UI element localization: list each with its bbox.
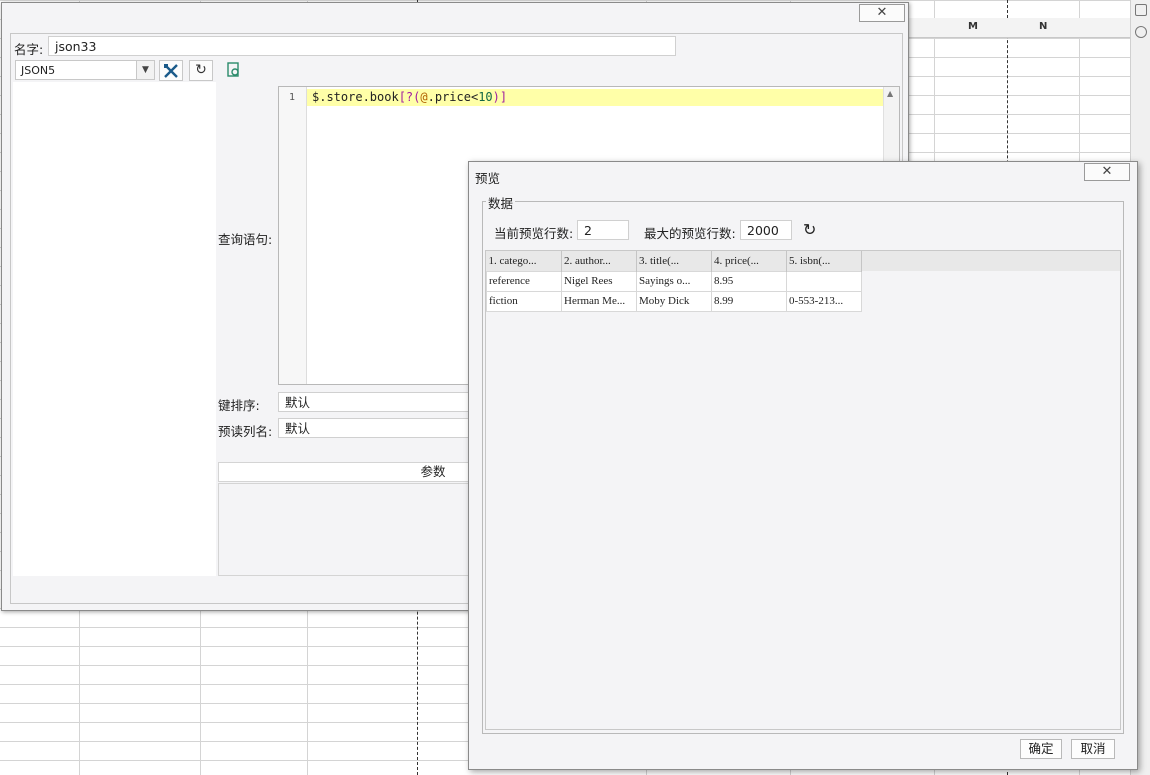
preview-title: 预览 <box>475 171 501 186</box>
preview-col-select[interactable]: 默认 <box>278 418 478 438</box>
tools-icon[interactable] <box>159 60 183 81</box>
data-group-label: 数据 <box>486 193 516 212</box>
chevron-down-icon[interactable]: ▼ <box>136 61 154 79</box>
key-sort-label: 键排序: <box>218 398 260 413</box>
table-cell[interactable] <box>786 270 862 292</box>
column-header-m[interactable]: M <box>968 21 978 32</box>
cancel-button[interactable]: 取消 <box>1071 739 1115 759</box>
current-rows-input[interactable]: 2 <box>577 220 629 240</box>
table-cell[interactable]: Sayings o... <box>636 270 712 292</box>
preview-dialog: 预览 ✕ 数据 当前预览行数: 2 最大的预览行数: 2000 ↻ 1. cat… <box>468 161 1138 770</box>
ok-button[interactable]: 确定 <box>1020 739 1062 759</box>
table-row[interactable]: fiction Herman Me... Moby Dick 8.99 0-55… <box>486 290 862 312</box>
table-cell[interactable]: Nigel Rees <box>561 270 637 292</box>
table-cell[interactable]: 8.99 <box>711 290 787 312</box>
preview-col-label: 预读列名: <box>218 424 273 439</box>
column-header[interactable]: 2. author... <box>561 251 637 271</box>
table-row[interactable]: reference Nigel Rees Sayings o... 8.95 <box>486 270 862 292</box>
table-cell[interactable]: Herman Me... <box>561 290 637 312</box>
table-cell[interactable]: fiction <box>486 290 562 312</box>
dialog-title-bar: ✕ <box>2 3 908 25</box>
column-header[interactable]: 1. catego... <box>486 251 562 271</box>
table-header-row: 1. catego... 2. author... 3. title(... 4… <box>486 251 862 271</box>
line-gutter: 1 <box>279 87 307 384</box>
name-input[interactable]: json33 <box>48 36 676 56</box>
refresh-icon[interactable]: ↻ <box>803 220 816 239</box>
preview-data-table[interactable]: 1. catego... 2. author... 3. title(... 4… <box>485 250 1121 730</box>
column-header[interactable]: 3. title(... <box>636 251 712 271</box>
name-label: 名字: <box>14 42 44 57</box>
table-cell[interactable]: 0-553-213... <box>786 290 862 312</box>
table-cell[interactable]: reference <box>486 270 562 292</box>
panel-icon[interactable] <box>1135 4 1147 16</box>
column-header[interactable]: 5. isbn(... <box>786 251 862 271</box>
refresh-icon[interactable]: ↻ <box>189 60 213 81</box>
sheet-column-header: M N <box>908 18 1130 38</box>
datasource-tree-panel[interactable] <box>13 82 216 576</box>
datasource-type-value: JSON5 <box>21 64 56 77</box>
link-icon[interactable] <box>1135 26 1147 38</box>
datasource-type-select[interactable]: JSON5 ▼ <box>15 60 155 80</box>
column-header-n[interactable]: N <box>1039 21 1047 32</box>
preview-grid: 1. catego... 2. author... 3. title(... 4… <box>486 251 862 312</box>
table-cell[interactable]: Moby Dick <box>636 290 712 312</box>
line-number: 1 <box>289 92 296 103</box>
max-rows-label: 最大的预览行数: <box>644 226 736 241</box>
key-sort-select[interactable]: 默认 <box>278 392 478 412</box>
preview-icon[interactable] <box>222 60 246 81</box>
column-header[interactable]: 4. price(... <box>711 251 787 271</box>
table-cell[interactable]: 8.95 <box>711 270 787 292</box>
query-label: 查询语句: <box>218 232 273 247</box>
query-code[interactable]: $.store.book[?(@.price<10)] <box>312 90 507 104</box>
current-rows-label: 当前预览行数: <box>494 226 574 241</box>
max-rows-input[interactable]: 2000 <box>740 220 792 240</box>
close-icon[interactable]: ✕ <box>859 4 905 22</box>
close-icon[interactable]: ✕ <box>1084 163 1130 181</box>
